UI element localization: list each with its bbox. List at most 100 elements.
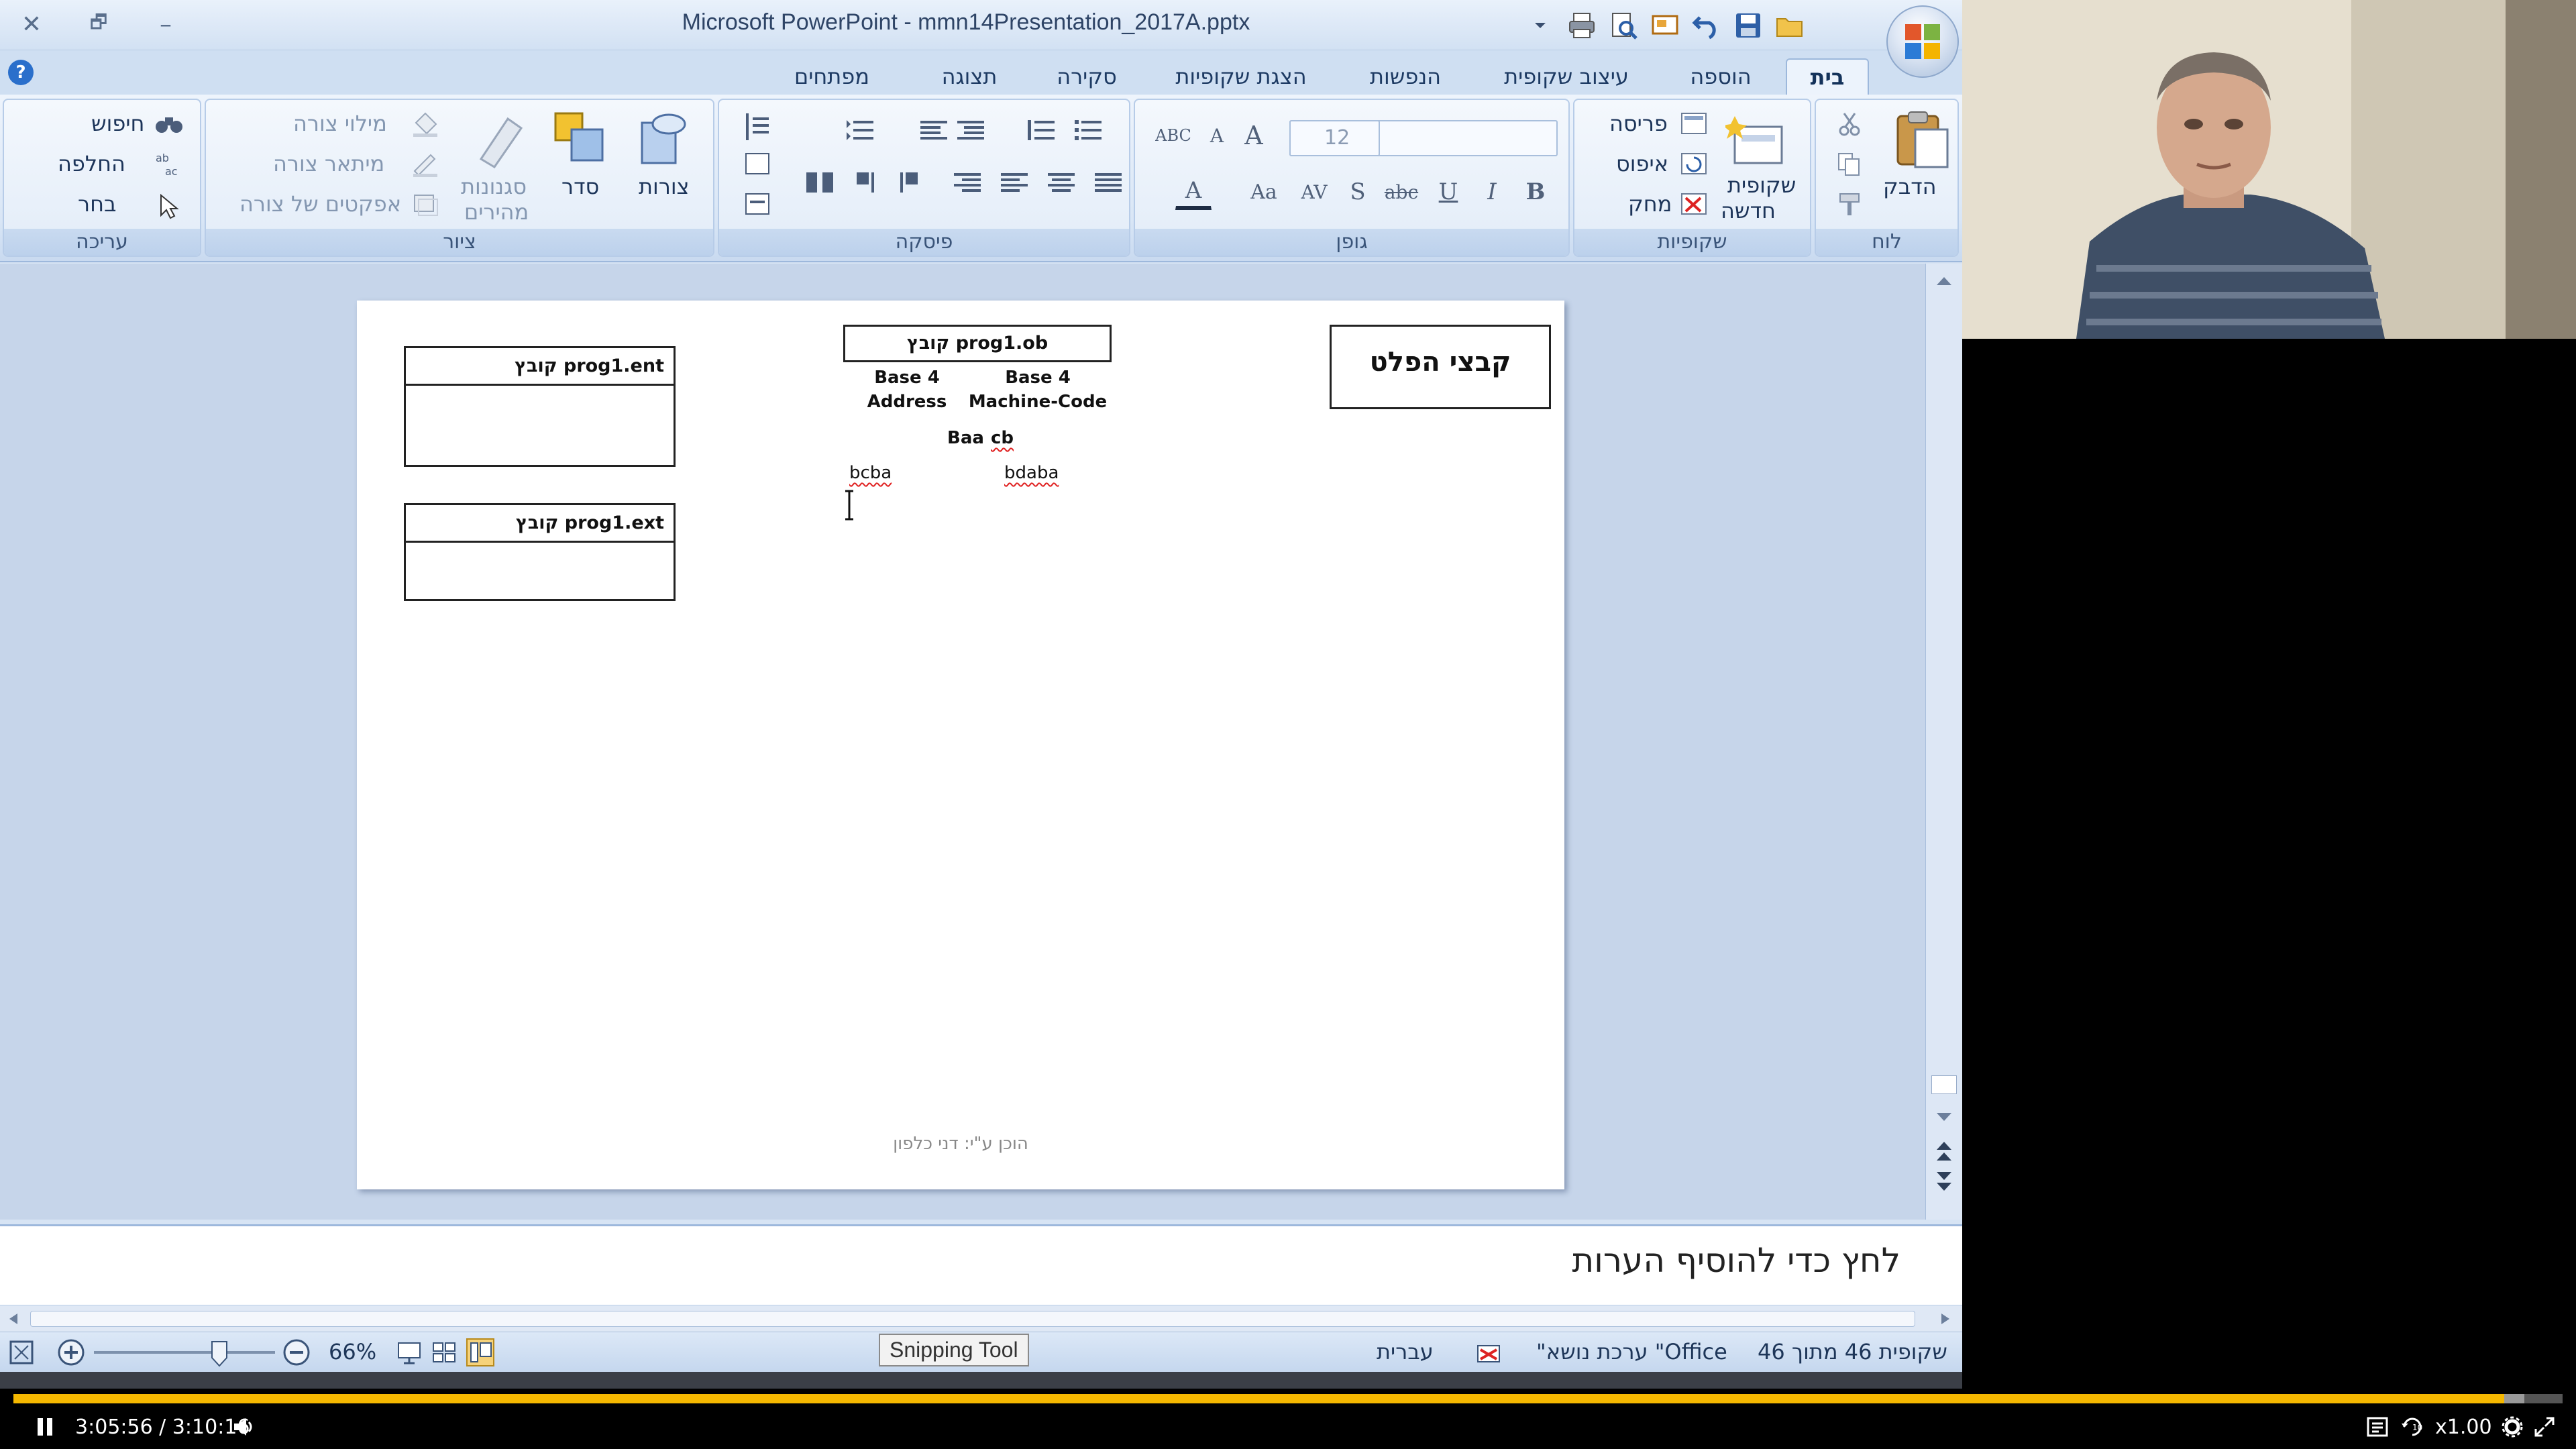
italic-button[interactable]: I	[1474, 174, 1510, 210]
zoom-level[interactable]: 66%	[329, 1339, 376, 1364]
restore-button[interactable]: 🗗	[75, 5, 122, 43]
clear-formatting-button[interactable]: ABC	[1155, 117, 1191, 154]
slides-group: שקופית חדשה פריסה איפוס מחק שקופיות	[1573, 99, 1811, 257]
minimize-button[interactable]: –	[142, 5, 189, 43]
seek-bar[interactable]	[13, 1394, 2563, 1403]
paste-button[interactable]	[1891, 109, 1951, 172]
ent-file-box[interactable]: קובץ prog1.ent	[404, 346, 676, 467]
zoom-slider[interactable]	[94, 1351, 275, 1354]
svg-text:ac: ac	[165, 165, 178, 178]
pen-outline-icon	[411, 151, 440, 180]
new-slide-button[interactable]	[1723, 113, 1786, 170]
horizontal-scrollbar[interactable]	[0, 1305, 1962, 1332]
shrink-font-icon: A	[1210, 124, 1224, 147]
open-button[interactable]	[1772, 8, 1807, 43]
ob-file-box[interactable]: קובץ prog1.ob	[843, 325, 1112, 362]
font-size-combo[interactable]: 12	[1289, 120, 1380, 156]
zoom-in-icon[interactable]	[56, 1338, 86, 1367]
horizontal-scroll-thumb[interactable]	[30, 1311, 1915, 1327]
video-player-controls: 3:05:56 / 3:10:16 10 x1.00	[0, 1389, 2576, 1449]
view-slide-button[interactable]	[1648, 8, 1682, 43]
machine-code-header-2: Machine-Code	[968, 392, 1108, 412]
print-preview-button[interactable]	[1606, 8, 1641, 43]
reset-button[interactable]: איפוס	[1616, 151, 1668, 176]
floppy-disk-icon	[1736, 13, 1760, 38]
save-button[interactable]	[1731, 8, 1766, 43]
strikethrough-button[interactable]: abc	[1383, 174, 1419, 210]
help-button[interactable]: ?	[8, 60, 34, 85]
customize-toolbar-button[interactable]	[1523, 8, 1558, 43]
tab-view[interactable]: תצוגה	[919, 58, 1020, 95]
exit-fullscreen-icon[interactable]	[2533, 1415, 2556, 1438]
pause-icon[interactable]	[34, 1415, 56, 1438]
shape-outline-button[interactable]: מיתאר צורה	[273, 151, 384, 176]
transcript-icon[interactable]	[2365, 1415, 2390, 1438]
office-button[interactable]	[1886, 5, 1959, 78]
tab-design[interactable]: עיצוב שקופית	[1483, 58, 1650, 95]
shape-effects-button[interactable]: אפקטים של צורה	[239, 191, 401, 217]
ext-file-box[interactable]: קובץ prog1.ext	[404, 503, 676, 601]
cut-button[interactable]	[1836, 111, 1863, 140]
volume-icon[interactable]	[231, 1415, 256, 1438]
shrink-font-button[interactable]: A	[1199, 117, 1235, 154]
arrange-button[interactable]	[551, 109, 612, 172]
restore-icon: 🗗	[89, 11, 108, 33]
address-header-2: Address	[867, 392, 947, 412]
tab-home[interactable]: בית	[1786, 58, 1869, 95]
presenter-image	[1962, 0, 2576, 339]
quick-access-toolbar	[1523, 5, 1807, 46]
shapes-label: צורות	[639, 174, 690, 199]
tab-developer[interactable]: מפתחים	[778, 58, 885, 95]
layout-button[interactable]: פריסה	[1609, 111, 1668, 136]
bold-button[interactable]: B	[1517, 174, 1554, 210]
shapes-button[interactable]	[635, 109, 696, 172]
next-slide-icon[interactable]	[1934, 1169, 1954, 1193]
paragraph-group-label: פיסקה	[719, 229, 1129, 256]
tab-slideshow[interactable]: הצגת שקופיות	[1154, 58, 1328, 95]
find-button[interactable]: חיפוש	[91, 111, 144, 136]
grow-font-button[interactable]: A	[1236, 117, 1272, 154]
vertical-scrollbar[interactable]	[1925, 264, 1962, 1220]
fit-to-window-icon[interactable]	[8, 1339, 35, 1366]
language-indicator[interactable]: עברית	[1377, 1339, 1434, 1364]
print-button[interactable]	[1564, 8, 1599, 43]
text-shadow-button[interactable]: S	[1340, 174, 1376, 210]
previous-slide-icon[interactable]	[1934, 1139, 1954, 1163]
quick-styles-button[interactable]	[468, 112, 528, 172]
slideshow-view-icon[interactable]	[396, 1339, 423, 1366]
select-button[interactable]: בחר	[78, 191, 116, 217]
close-button[interactable]: ✕	[8, 5, 55, 43]
new-slide-label-2: חדשה	[1721, 198, 1776, 223]
settings-gear-icon[interactable]	[2501, 1415, 2524, 1438]
tab-animations[interactable]: הנפשות	[1348, 58, 1462, 95]
spelling-check-icon[interactable]	[1472, 1336, 1505, 1368]
undo-icon	[1692, 16, 1716, 40]
shape-fill-button[interactable]: מילוי צורה	[293, 111, 387, 136]
paragraph-group: פיסקה	[718, 99, 1130, 257]
ext-file-title: קובץ prog1.ext	[406, 505, 674, 543]
font-group-label: גופן	[1135, 229, 1568, 256]
font-color-button[interactable]: A	[1175, 174, 1212, 210]
playback-speed[interactable]: x1.00	[2435, 1415, 2492, 1439]
copy-button[interactable]	[1836, 151, 1863, 180]
zoom-out-icon[interactable]	[282, 1338, 311, 1367]
rewind-10-icon[interactable]: 10	[2400, 1415, 2430, 1438]
notes-pane[interactable]: לחץ כדי להוסיף הערות	[0, 1224, 1962, 1305]
slide-canvas[interactable]: קבצי הפלט קובץ prog1.ob Base 4 Address B…	[357, 301, 1564, 1189]
normal-view-icon[interactable]	[466, 1338, 495, 1367]
delete-slide-button[interactable]: מחק	[1628, 191, 1672, 217]
font-size-value: 12	[1324, 126, 1350, 150]
slide-sorter-icon[interactable]	[431, 1339, 458, 1366]
format-painter-button[interactable]	[1836, 191, 1863, 221]
character-spacing-button[interactable]: AV	[1296, 174, 1332, 210]
underline-button[interactable]: U	[1430, 174, 1466, 210]
slideshow-icon	[1652, 15, 1678, 35]
undo-button[interactable]	[1689, 8, 1724, 43]
change-case-button[interactable]: Aa	[1246, 174, 1282, 210]
scroll-thumb[interactable]	[1931, 1075, 1957, 1094]
slide-title-box[interactable]: קבצי הפלט	[1330, 325, 1551, 409]
replace-button[interactable]: החלפה	[58, 151, 125, 176]
zoom-slider-thumb[interactable]	[209, 1340, 229, 1367]
tab-review[interactable]: סקירה	[1036, 58, 1137, 95]
tab-insert[interactable]: הוספה	[1670, 58, 1771, 95]
